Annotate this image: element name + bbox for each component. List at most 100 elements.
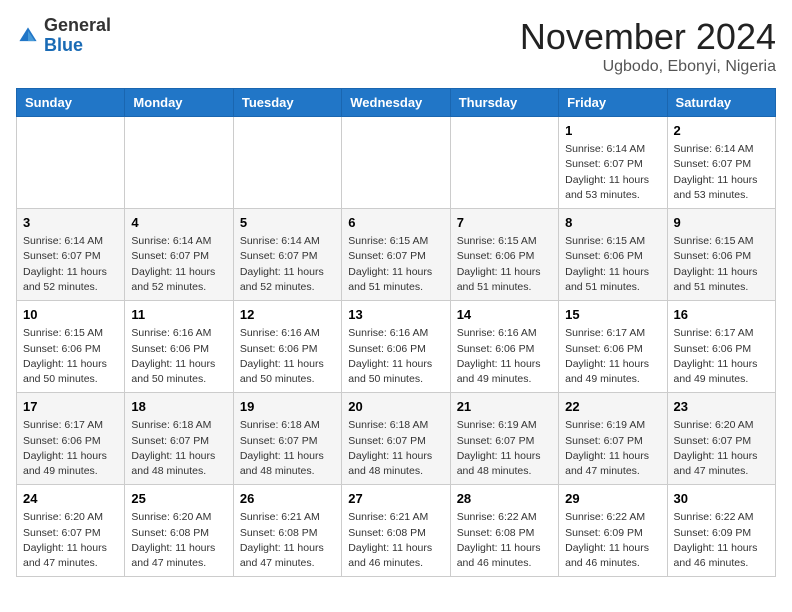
- logo-icon: [16, 24, 40, 48]
- day-info: Sunrise: 6:16 AMSunset: 6:06 PMDaylight:…: [457, 326, 552, 387]
- calendar-cell: 8Sunrise: 6:15 AMSunset: 6:06 PMDaylight…: [559, 209, 667, 301]
- calendar-cell: 23 Sunrise: 6:20 AMSunset: 6:07 PMDayligh…: [667, 393, 775, 485]
- calendar-cell: [342, 117, 450, 209]
- day-info: Sunrise: 6:18 AMSunset: 6:07 PMDaylight:…: [348, 418, 443, 479]
- calendar-cell: 12 Sunrise: 6:16 AMSunset: 6:06 PMDayligh…: [233, 301, 341, 393]
- calendar-cell: 5Sunrise: 6:14 AMSunset: 6:07 PMDaylight…: [233, 209, 341, 301]
- calendar-cell: [17, 117, 125, 209]
- day-number: 6: [348, 214, 443, 232]
- day-number: 19: [240, 398, 335, 416]
- day-info: Sunrise: 6:16 AMSunset: 6:06 PMDaylight:…: [240, 326, 335, 387]
- day-number: 27: [348, 490, 443, 508]
- col-header-sunday: Sunday: [17, 89, 125, 117]
- day-number: 9: [674, 214, 769, 232]
- calendar-cell: [233, 117, 341, 209]
- calendar-cell: 30 Sunrise: 6:22 AMSunset: 6:09 PMDayligh…: [667, 485, 775, 577]
- calendar-cell: 1Sunrise: 6:14 AMSunset: 6:07 PMDaylight…: [559, 117, 667, 209]
- calendar-cell: 22 Sunrise: 6:19 AMSunset: 6:07 PMDayligh…: [559, 393, 667, 485]
- calendar-cell: 3Sunrise: 6:14 AMSunset: 6:07 PMDaylight…: [17, 209, 125, 301]
- calendar-cell: 2 Sunrise: 6:14 AMSunset: 6:07 PMDaylight…: [667, 117, 775, 209]
- logo[interactable]: General Blue: [16, 16, 111, 56]
- day-number: 16: [674, 306, 769, 324]
- day-info: Sunrise: 6:17 AMSunset: 6:06 PMDaylight:…: [23, 418, 118, 479]
- calendar-cell: 14 Sunrise: 6:16 AMSunset: 6:06 PMDayligh…: [450, 301, 558, 393]
- day-info: Sunrise: 6:16 AMSunset: 6:06 PMDaylight:…: [348, 326, 443, 387]
- day-number: 28: [457, 490, 552, 508]
- calendar-cell: 26 Sunrise: 6:21 AMSunset: 6:08 PMDayligh…: [233, 485, 341, 577]
- day-info: Sunrise: 6:20 AMSunset: 6:07 PMDaylight:…: [23, 510, 118, 571]
- day-info: Sunrise: 6:14 AMSunset: 6:07 PMDaylight:…: [240, 234, 335, 295]
- day-number: 18: [131, 398, 226, 416]
- day-number: 17: [23, 398, 118, 416]
- month-title: November 2024: [520, 16, 776, 58]
- day-number: 7: [457, 214, 552, 232]
- col-header-tuesday: Tuesday: [233, 89, 341, 117]
- col-header-saturday: Saturday: [667, 89, 775, 117]
- day-number: 21: [457, 398, 552, 416]
- col-header-friday: Friday: [559, 89, 667, 117]
- calendar-week-row: 17 Sunrise: 6:17 AMSunset: 6:06 PMDayligh…: [17, 393, 776, 485]
- day-info: Sunrise: 6:22 AMSunset: 6:09 PMDaylight:…: [565, 510, 660, 571]
- day-info: Sunrise: 6:15 AMSunset: 6:06 PMDaylight:…: [457, 234, 552, 295]
- calendar-cell: 28 Sunrise: 6:22 AMSunset: 6:08 PMDayligh…: [450, 485, 558, 577]
- calendar-week-row: 24 Sunrise: 6:20 AMSunset: 6:07 PMDayligh…: [17, 485, 776, 577]
- day-info: Sunrise: 6:21 AMSunset: 6:08 PMDaylight:…: [240, 510, 335, 571]
- calendar-cell: 29 Sunrise: 6:22 AMSunset: 6:09 PMDayligh…: [559, 485, 667, 577]
- calendar-cell: 19 Sunrise: 6:18 AMSunset: 6:07 PMDayligh…: [233, 393, 341, 485]
- calendar-cell: 4 Sunrise: 6:14 AMSunset: 6:07 PMDaylight…: [125, 209, 233, 301]
- day-info: Sunrise: 6:22 AMSunset: 6:08 PMDaylight:…: [457, 510, 552, 571]
- day-number: 1: [565, 122, 660, 140]
- day-info: Sunrise: 6:19 AMSunset: 6:07 PMDaylight:…: [565, 418, 660, 479]
- day-number: 30: [674, 490, 769, 508]
- day-info: Sunrise: 6:19 AMSunset: 6:07 PMDaylight:…: [457, 418, 552, 479]
- day-number: 4: [131, 214, 226, 232]
- day-info: Sunrise: 6:14 AMSunset: 6:07 PMDaylight:…: [23, 234, 118, 295]
- day-info: Sunrise: 6:15 AMSunset: 6:07 PMDaylight:…: [348, 234, 443, 295]
- calendar-cell: [450, 117, 558, 209]
- calendar-cell: 9Sunrise: 6:15 AMSunset: 6:06 PMDaylight…: [667, 209, 775, 301]
- day-number: 26: [240, 490, 335, 508]
- day-info: Sunrise: 6:21 AMSunset: 6:08 PMDaylight:…: [348, 510, 443, 571]
- day-number: 10: [23, 306, 118, 324]
- day-number: 8: [565, 214, 660, 232]
- title-block: November 2024 Ugbodo, Ebonyi, Nigeria: [520, 16, 776, 76]
- col-header-thursday: Thursday: [450, 89, 558, 117]
- calendar-cell: 15Sunrise: 6:17 AMSunset: 6:06 PMDayligh…: [559, 301, 667, 393]
- day-info: Sunrise: 6:17 AMSunset: 6:06 PMDaylight:…: [674, 326, 769, 387]
- day-info: Sunrise: 6:20 AMSunset: 6:07 PMDaylight:…: [674, 418, 769, 479]
- calendar-cell: 16 Sunrise: 6:17 AMSunset: 6:06 PMDayligh…: [667, 301, 775, 393]
- calendar-cell: 13 Sunrise: 6:16 AMSunset: 6:06 PMDayligh…: [342, 301, 450, 393]
- calendar-cell: [125, 117, 233, 209]
- calendar-cell: 10 Sunrise: 6:15 AMSunset: 6:06 PMDayligh…: [17, 301, 125, 393]
- col-header-monday: Monday: [125, 89, 233, 117]
- calendar-table: SundayMondayTuesdayWednesdayThursdayFrid…: [16, 88, 776, 577]
- day-number: 25: [131, 490, 226, 508]
- calendar-week-row: 3Sunrise: 6:14 AMSunset: 6:07 PMDaylight…: [17, 209, 776, 301]
- day-info: Sunrise: 6:22 AMSunset: 6:09 PMDaylight:…: [674, 510, 769, 571]
- day-number: 12: [240, 306, 335, 324]
- day-info: Sunrise: 6:15 AMSunset: 6:06 PMDaylight:…: [23, 326, 118, 387]
- day-number: 2: [674, 122, 769, 140]
- calendar-header-row: SundayMondayTuesdayWednesdayThursdayFrid…: [17, 89, 776, 117]
- calendar-cell: 6 Sunrise: 6:15 AMSunset: 6:07 PMDaylight…: [342, 209, 450, 301]
- calendar-cell: 18 Sunrise: 6:18 AMSunset: 6:07 PMDayligh…: [125, 393, 233, 485]
- logo-blue: Blue: [44, 35, 83, 55]
- calendar-cell: 17 Sunrise: 6:17 AMSunset: 6:06 PMDayligh…: [17, 393, 125, 485]
- logo-general: General: [44, 15, 111, 35]
- day-number: 14: [457, 306, 552, 324]
- day-number: 13: [348, 306, 443, 324]
- day-info: Sunrise: 6:14 AMSunset: 6:07 PMDaylight:…: [131, 234, 226, 295]
- calendar-cell: 21 Sunrise: 6:19 AMSunset: 6:07 PMDayligh…: [450, 393, 558, 485]
- day-number: 22: [565, 398, 660, 416]
- day-info: Sunrise: 6:18 AMSunset: 6:07 PMDaylight:…: [131, 418, 226, 479]
- day-number: 29: [565, 490, 660, 508]
- day-info: Sunrise: 6:14 AMSunset: 6:07 PMDaylight:…: [674, 142, 769, 203]
- day-info: Sunrise: 6:20 AMSunset: 6:08 PMDaylight:…: [131, 510, 226, 571]
- day-number: 23: [674, 398, 769, 416]
- day-number: 24: [23, 490, 118, 508]
- day-number: 20: [348, 398, 443, 416]
- day-info: Sunrise: 6:18 AMSunset: 6:07 PMDaylight:…: [240, 418, 335, 479]
- day-info: Sunrise: 6:16 AMSunset: 6:06 PMDaylight:…: [131, 326, 226, 387]
- day-number: 15: [565, 306, 660, 324]
- calendar-week-row: 1 Sunrise: 6:14 AMSunset: 6:07 PMDaylight…: [17, 117, 776, 209]
